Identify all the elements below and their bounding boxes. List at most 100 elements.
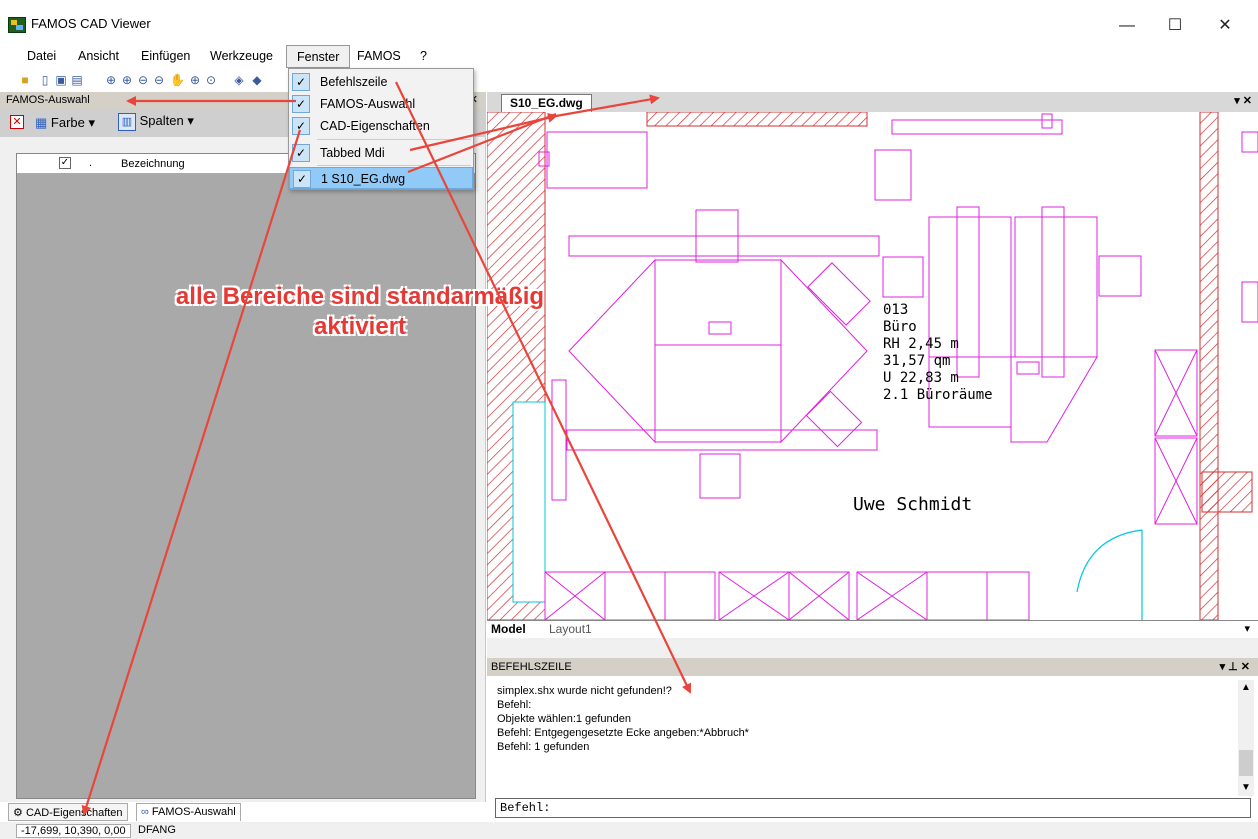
tab-cad-eigenschaften[interactable]: ⚙ CAD-Eigenschaften bbox=[8, 803, 128, 821]
occupant-name: Uwe Schmidt bbox=[853, 494, 973, 515]
document-area: S10_EG.dwg ▾ ✕ 013 Büro RH 2,45 m 31,57 … bbox=[487, 92, 1258, 658]
door-swing bbox=[1076, 529, 1143, 593]
room-number: 013 bbox=[883, 302, 909, 318]
check-icon: ✓ bbox=[292, 117, 310, 135]
zoom-all-icon[interactable]: ⊙ bbox=[204, 73, 218, 87]
wall-top bbox=[646, 112, 868, 127]
columns-icon: ▥ bbox=[118, 113, 136, 131]
minimize-button[interactable]: — bbox=[1104, 10, 1150, 42]
properties-icon: ⚙ bbox=[13, 807, 23, 819]
open-icon[interactable]: ■ bbox=[18, 73, 32, 87]
app-icon bbox=[8, 17, 26, 33]
check-icon: ✓ bbox=[292, 144, 310, 162]
room-label: 013 Büro RH 2,45 m 31,57 qm U 22,83 m 2.… bbox=[883, 302, 993, 404]
spalten-dropdown[interactable]: ▥ Spalten ▾ bbox=[118, 113, 194, 131]
column-bezeichnung[interactable]: Bezeichnung bbox=[121, 158, 185, 170]
menu-item-befehlszeile[interactable]: ✓ Befehlszeile bbox=[289, 71, 473, 93]
spalten-label: Spalten bbox=[139, 113, 184, 128]
snap-mode[interactable]: DFANG bbox=[138, 824, 176, 836]
menu-item-tabbed-mdi[interactable]: ✓ Tabbed Mdi bbox=[289, 142, 473, 164]
scroll-thumb[interactable] bbox=[1239, 750, 1253, 776]
annotation-text: alle Bereiche sind standarmäßig aktivier… bbox=[150, 282, 570, 342]
door-left bbox=[512, 401, 546, 603]
selection-grid: ✓ . Bezeichnung bbox=[16, 153, 476, 799]
room-usage: 2.1 Büroräume bbox=[883, 387, 993, 403]
title-bar: FAMOS CAD Viewer — ☐ ✕ bbox=[0, 0, 1258, 42]
wall-right-stub bbox=[1201, 471, 1253, 513]
menu-separator bbox=[317, 165, 471, 166]
menu-datei[interactable]: Datei bbox=[27, 49, 56, 63]
log-line: Befehl: 1 gefunden bbox=[497, 741, 590, 753]
menu-famos[interactable]: FAMOS bbox=[357, 49, 401, 63]
scroll-down-icon[interactable]: ▼ bbox=[1241, 782, 1251, 793]
tab-model[interactable]: Model bbox=[491, 622, 526, 636]
coordinate-readout: -17,699, 10,390, 0,00 bbox=[16, 824, 131, 838]
menu-ansicht[interactable]: Ansicht bbox=[78, 49, 119, 63]
copy-icon[interactable]: ▯ bbox=[38, 73, 52, 87]
zoom-in-icon[interactable]: ⊕ bbox=[120, 73, 134, 87]
preview-icon[interactable]: ▣ bbox=[54, 73, 68, 87]
status-bar: -17,699, 10,390, 0,00 DFANG bbox=[0, 822, 1258, 839]
command-panel-controls[interactable]: ▾ ⊥ ✕ bbox=[1220, 660, 1250, 673]
check-icon: ✓ bbox=[292, 95, 310, 113]
panel-title-text: FAMOS-Auswahl bbox=[6, 94, 90, 106]
panel-tabs: ⚙ CAD-Eigenschaften ∞ FAMOS-Auswahl bbox=[8, 803, 258, 821]
scroll-up-icon[interactable]: ▲ bbox=[1241, 682, 1251, 693]
menu-item-s10-eg-dwg[interactable]: ✓ 1 S10_EG.dwg bbox=[289, 167, 473, 189]
cad-drawing-canvas[interactable]: 013 Büro RH 2,45 m 31,57 qm U 22,83 m 2.… bbox=[487, 112, 1258, 620]
tab-label: FAMOS-Auswahl bbox=[151, 806, 236, 818]
pan-hand-icon[interactable]: ✋ bbox=[170, 73, 185, 87]
clear-filter-icon[interactable]: ✕ bbox=[10, 115, 24, 129]
command-prompt: Befehl: bbox=[500, 801, 551, 815]
layers-icon[interactable]: ◈ bbox=[232, 73, 246, 87]
room-height: RH 2,45 m bbox=[883, 336, 959, 352]
chevron-down-icon[interactable]: ▾ bbox=[1244, 622, 1250, 635]
room-name: Büro bbox=[883, 319, 917, 335]
color-palette-icon: ▦ bbox=[35, 115, 48, 130]
menu-item-label: Befehlszeile bbox=[320, 75, 388, 89]
room-perimeter: U 22,83 m bbox=[883, 370, 959, 386]
command-scrollbar[interactable]: ▲ ▼ bbox=[1238, 680, 1254, 796]
tab-layout1[interactable]: Layout1 bbox=[549, 622, 592, 636]
menu-item-cad-eigenschaften[interactable]: ✓ CAD-Eigenschaften bbox=[289, 115, 473, 137]
zoom-previous-icon[interactable]: ⊖ bbox=[152, 73, 166, 87]
print-icon[interactable]: ▤ bbox=[70, 73, 84, 87]
wall-right bbox=[1199, 112, 1219, 620]
document-tabstrip: S10_EG.dwg ▾ ✕ bbox=[487, 92, 1258, 112]
zoom-extents-icon[interactable]: ⊕ bbox=[188, 73, 202, 87]
tab-famos-auswahl[interactable]: ∞ FAMOS-Auswahl bbox=[136, 803, 241, 821]
menu-separator bbox=[317, 139, 471, 140]
log-line: Befehl: Entgegengesetzte Ecke angeben:*A… bbox=[497, 727, 749, 739]
annotation-line: aktiviert bbox=[313, 313, 407, 340]
horizontal-scrollbar[interactable] bbox=[487, 638, 1258, 658]
command-input[interactable]: Befehl: bbox=[495, 798, 1251, 818]
maximize-button[interactable]: ☐ bbox=[1152, 10, 1198, 42]
menu-fenster-label: Fenster bbox=[297, 50, 340, 64]
command-log: simplex.shx wurde nicht gefunden!? Befeh… bbox=[497, 684, 1227, 754]
menu-item-famos-auswahl[interactable]: ✓ FAMOS-Auswahl bbox=[289, 93, 473, 115]
menu-help[interactable]: ? bbox=[420, 49, 427, 63]
select-all-checkbox[interactable]: ✓ bbox=[59, 157, 71, 169]
zoom-out-icon[interactable]: ⊖ bbox=[136, 73, 150, 87]
menu-einfuegen[interactable]: Einfügen bbox=[141, 49, 190, 63]
command-panel-title-text: BEFEHLSZEILE bbox=[491, 661, 572, 673]
close-button[interactable]: ✕ bbox=[1202, 10, 1248, 42]
menu-item-label: 1 S10_EG.dwg bbox=[321, 172, 406, 186]
befehlszeile-panel: BEFEHLSZEILE ▾ ⊥ ✕ simplex.shx wurde nic… bbox=[487, 658, 1258, 822]
menu-fenster[interactable]: Fenster bbox=[286, 45, 350, 68]
farbe-label: Farbe bbox=[50, 115, 85, 130]
farbe-dropdown[interactable]: ▦ Farbe ▾ bbox=[35, 115, 95, 131]
log-line: Objekte wählen:1 gefunden bbox=[497, 713, 631, 725]
zoom-window-icon[interactable]: ⊕ bbox=[104, 73, 118, 87]
menu-item-label: CAD-Eigenschaften bbox=[320, 119, 430, 133]
fenster-menu: ✓ Befehlszeile ✓ FAMOS-Auswahl ✓ CAD-Eig… bbox=[288, 68, 474, 190]
column-dot: . bbox=[89, 157, 93, 169]
command-panel-title: BEFEHLSZEILE ▾ ⊥ ✕ bbox=[487, 658, 1258, 676]
properties-icon[interactable]: ◆ bbox=[250, 73, 264, 87]
tab-s10-eg-dwg[interactable]: S10_EG.dwg bbox=[501, 94, 592, 112]
chevron-down-icon: ▾ bbox=[187, 113, 194, 128]
tab-label: CAD-Eigenschaften bbox=[25, 807, 123, 819]
document-tab-controls[interactable]: ▾ ✕ bbox=[1234, 94, 1252, 107]
annotation-line: alle Bereiche sind standarmäßig bbox=[175, 283, 545, 310]
menu-werkzeuge[interactable]: Werkzeuge bbox=[210, 49, 273, 63]
